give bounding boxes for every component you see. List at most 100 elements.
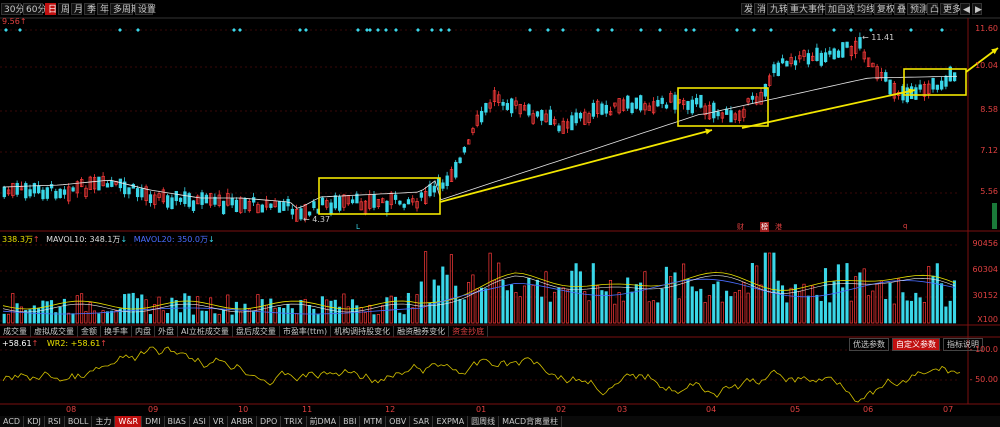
event-diamond-icon: [752, 28, 756, 32]
volume-bar: [312, 308, 316, 324]
indicator-tab-10[interactable]: 融资融券变化: [394, 326, 450, 337]
bottom-tab-15[interactable]: MTM: [360, 416, 387, 427]
bottom-tab-2[interactable]: RSI: [45, 416, 65, 427]
bottom-tab-1[interactable]: KDJ: [24, 416, 45, 427]
candle-body: [823, 52, 828, 63]
volume-bar: [905, 300, 909, 324]
candle-body: [118, 178, 123, 189]
bottom-tab-8[interactable]: ASI: [190, 416, 210, 427]
volume-bar: [604, 291, 608, 324]
indicator-tab-9[interactable]: 机构调持股变化: [331, 326, 395, 337]
volume-bar: [613, 303, 617, 324]
event-diamond-icon: [832, 28, 836, 32]
volume-bar: [252, 310, 256, 324]
bottom-tab-18[interactable]: EXPMA: [433, 416, 469, 427]
candle-body: [462, 147, 467, 153]
candle-body: [230, 197, 234, 206]
indicator-tab-2[interactable]: 金额: [78, 326, 101, 337]
candle-body: [686, 101, 690, 110]
indicator-tab-1[interactable]: 虚拟成交量: [31, 326, 78, 337]
volume-bar: [174, 300, 178, 324]
indicator-tab-6[interactable]: AI立桩成交量: [178, 326, 233, 337]
bottom-tab-14[interactable]: BBI: [340, 416, 361, 427]
volume-bar: [277, 307, 281, 324]
wr-line: [2, 346, 961, 403]
indicator-tab-8[interactable]: 市盈率(ttm): [280, 326, 332, 337]
volume-bar: [161, 310, 165, 324]
candle-body: [836, 50, 841, 58]
bottom-tab-5[interactable]: W&R: [115, 416, 143, 427]
candle-body: [772, 64, 776, 73]
volume-bar: [862, 268, 866, 324]
candle-body: [664, 104, 669, 109]
candle-body: [557, 125, 561, 132]
candle-body: [600, 103, 604, 115]
candle-body: [58, 188, 62, 198]
bottom-tab-12[interactable]: TRIX: [281, 416, 307, 427]
event-mark-finance[interactable]: 财: [737, 222, 744, 232]
event-diamond-icon: [18, 28, 22, 32]
candle-body: [630, 102, 634, 114]
indicator-tab-7[interactable]: 盘后成交量: [233, 326, 280, 337]
bottom-tab-6[interactable]: DMI: [142, 416, 165, 427]
candle-body: [656, 99, 660, 107]
candle-body: [712, 102, 716, 119]
volume-bar: [673, 272, 677, 324]
bottom-tab-20[interactable]: MACD背离量柱: [499, 416, 563, 427]
volume-bar: [131, 292, 135, 324]
trend-arrow-1: [439, 129, 713, 203]
volume-axis-2: 60304: [972, 265, 998, 274]
volume-bar: [639, 282, 643, 324]
candle-body: [458, 157, 462, 164]
event-mark-q[interactable]: q: [903, 222, 907, 230]
high-annotation: ← 11.41: [862, 33, 895, 42]
volume-bar: [75, 295, 79, 324]
bottom-tab-4[interactable]: 主力: [92, 416, 116, 427]
volume-axis-4: X100: [977, 315, 998, 324]
volume-bar: [424, 251, 428, 324]
volume-bar: [105, 311, 109, 324]
volume-bar: [608, 279, 613, 324]
volume-bar: [884, 298, 888, 324]
bottom-tab-0[interactable]: ACD: [0, 416, 25, 427]
volume-bar: [737, 289, 742, 324]
event-mark-hk[interactable]: 港: [775, 222, 782, 232]
wr-button-0[interactable]: 优选参数: [849, 338, 889, 351]
event-mark-l[interactable]: L: [356, 223, 360, 231]
event-diamond-icon: [4, 28, 8, 32]
volume-bar: [729, 296, 733, 324]
volume-bar: [402, 314, 406, 324]
volume-bar: [948, 300, 952, 324]
indicator-tab-3[interactable]: 换手率: [101, 326, 132, 337]
bottom-tab-13[interactable]: 前DMA: [307, 416, 341, 427]
wr-button-1[interactable]: 自定义参数: [892, 338, 940, 351]
candle-body: [428, 184, 432, 197]
volume-bar: [858, 272, 862, 324]
candle-body: [479, 110, 484, 123]
event-mark-rank[interactable]: 榜: [760, 222, 769, 232]
indicator-tab-5[interactable]: 外盘: [155, 326, 178, 337]
candle-body: [832, 48, 836, 60]
event-diamond-icon: [238, 28, 242, 32]
bottom-tab-16[interactable]: OBV: [386, 416, 411, 427]
volume-bar: [557, 287, 561, 324]
volume-bar: [832, 281, 836, 324]
candle-body: [37, 185, 41, 194]
kline-canvas[interactable]: [0, 0, 1000, 427]
indicator-tab-11[interactable]: 资金抄底: [449, 326, 489, 337]
bottom-tab-9[interactable]: VR: [210, 416, 228, 427]
wr-axis-2: - 50.00: [969, 375, 998, 384]
bottom-tab-11[interactable]: DPO: [257, 416, 282, 427]
volume-bar: [260, 299, 264, 324]
bottom-tab-10[interactable]: ARBR: [228, 416, 257, 427]
volume-bar: [690, 286, 694, 324]
volume-bar: [269, 298, 273, 324]
indicator-tab-4[interactable]: 内盘: [132, 326, 155, 337]
bottom-tab-7[interactable]: BIAS: [165, 416, 190, 427]
bottom-tab-19[interactable]: 圆周线: [468, 416, 500, 427]
indicator-tab-0[interactable]: 成交量: [0, 326, 31, 337]
candle-body: [320, 197, 325, 206]
candle-body: [191, 200, 196, 211]
bottom-tab-17[interactable]: SAR: [410, 416, 434, 427]
bottom-tab-3[interactable]: BOLL: [65, 416, 93, 427]
